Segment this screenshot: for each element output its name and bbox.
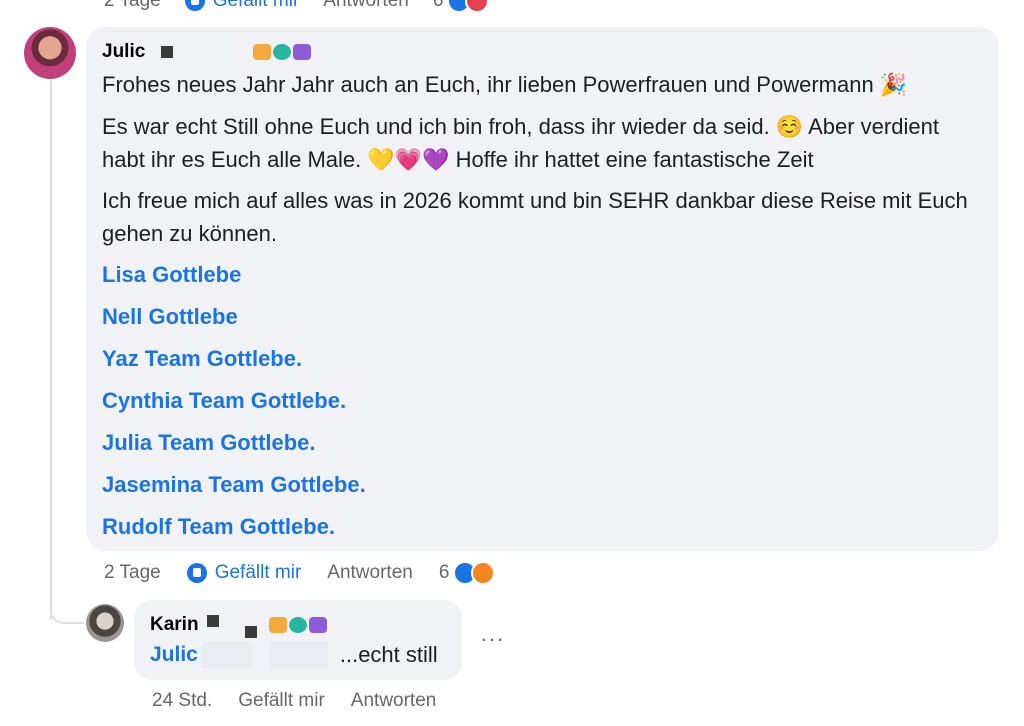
reply-actions: 24 Std. Gefällt mir Antworten (152, 688, 462, 714)
reply-like-button[interactable]: Gefällt mir (238, 690, 325, 712)
mention-link[interactable]: Cynthia Team Gottlebe. (102, 388, 346, 414)
redacted-mark (206, 615, 219, 627)
reply-mention-link[interactable]: Julic (150, 643, 198, 667)
mention-link[interactable]: Julia Team Gottlebe. (102, 430, 316, 456)
reply-bubble: Karin Julic ...echt still (134, 600, 462, 680)
redacted-block (269, 642, 328, 668)
chat-badge-icon (273, 44, 292, 60)
mention-link[interactable]: Yaz Team Gottlebe. (102, 346, 302, 372)
previous-like-button[interactable]: Gefällt mir (184, 0, 300, 12)
redacted-mark (161, 46, 174, 58)
reply-reply-button[interactable]: Antworten (351, 690, 437, 712)
previous-comment-actions: 2 Tage Gefällt mir Antworten 6 (104, 0, 490, 16)
reply-time[interactable]: 24 Std. (152, 690, 212, 712)
reaction-count: 6 (438, 562, 450, 583)
graduate-badge-icon (308, 617, 327, 633)
chat-badge-icon (288, 617, 307, 633)
reply-text: ...echt still (339, 642, 438, 667)
more-options-icon[interactable]: ··· (480, 626, 505, 652)
previous-comment-time: 2 Tage (104, 0, 161, 11)
reply-body: Julic ...echt still (150, 642, 438, 668)
like-icon (184, 0, 205, 11)
thread-connector-line (50, 80, 52, 620)
comment-bubble: Julic Frohes neues Jahr Jahr auch an Euc… (86, 27, 999, 551)
fire-reaction-icon (471, 561, 496, 585)
handshake-badge-icon (253, 44, 272, 60)
mention-link[interactable]: Rudolf Team Gottlebe. (102, 514, 335, 540)
previous-reactions[interactable]: 6 (433, 0, 490, 13)
previous-reaction-count: 6 (432, 0, 444, 11)
comment-header: Julic (102, 41, 313, 63)
like-button[interactable]: Gefällt mir (186, 562, 302, 584)
comment-actions: 2 Tage Gefällt mir Antworten 6 (104, 560, 496, 586)
comment-time[interactable]: 2 Tage (104, 562, 161, 584)
thread-connector-curve (50, 590, 84, 624)
comment-paragraph-3: Ich freue mich auf alles was in 2026 kom… (102, 188, 968, 246)
reply-avatar[interactable] (86, 604, 124, 642)
reactions-summary[interactable]: 6 (439, 561, 496, 585)
comment-author[interactable]: Julic (102, 41, 145, 63)
like-icon (186, 563, 207, 583)
heart-reaction-icon (465, 0, 490, 13)
comment-paragraph-1: Frohes neues Jahr Jahr auch an Euch, ihr… (102, 72, 908, 97)
badge-icons (268, 617, 329, 633)
graduate-badge-icon (293, 44, 312, 60)
badge-icons (253, 44, 313, 60)
reply-header: Karin (150, 612, 329, 638)
previous-like-label: Gefällt mir (212, 0, 300, 11)
redacted-mark (244, 626, 257, 638)
handshake-badge-icon (268, 617, 287, 633)
redacted-block (201, 642, 252, 668)
mention-link[interactable]: Lisa Gottlebe (102, 262, 241, 288)
avatar[interactable] (24, 27, 76, 79)
mention-link[interactable]: Jasemina Team Gottlebe. (102, 472, 366, 498)
reply-button[interactable]: Antworten (327, 562, 413, 584)
comment-paragraph-2: Es war echt Still ohne Euch und ich bin … (102, 114, 939, 172)
previous-reply-button[interactable]: Antworten (323, 0, 409, 12)
reply-author[interactable]: Karin (150, 614, 199, 636)
mention-link[interactable]: Nell Gottlebe (102, 304, 238, 330)
like-label: Gefällt mir (214, 562, 302, 583)
